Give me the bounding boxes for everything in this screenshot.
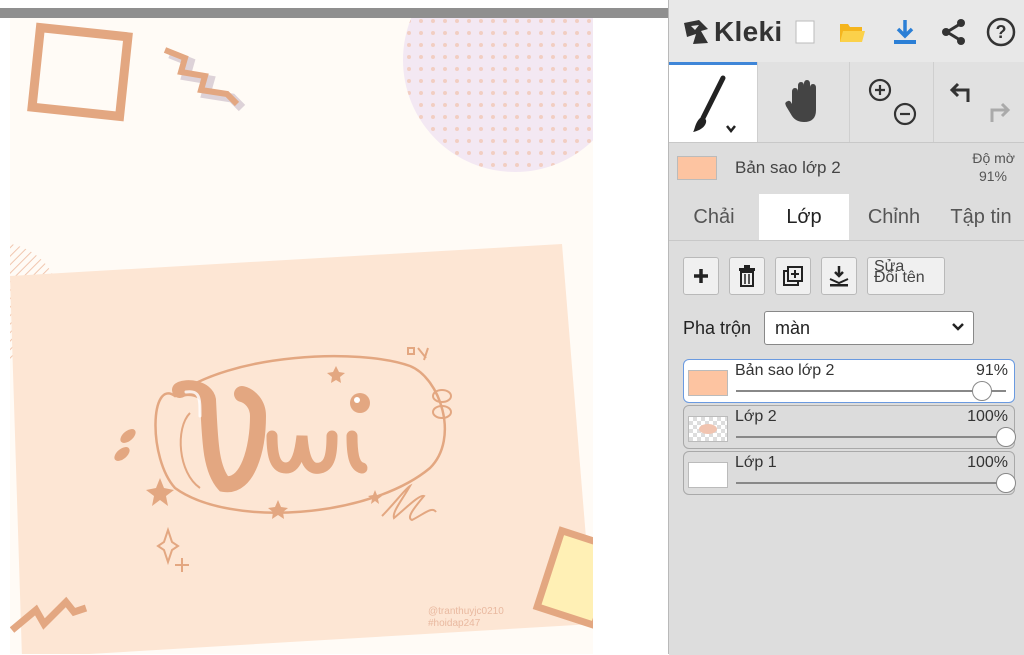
help-icon: ? [986,17,1016,47]
layer-name: Lớp 1 [735,454,777,471]
tab-layers[interactable]: Lớp [759,194,849,240]
zoom-tool-button[interactable] [849,62,934,142]
share-button[interactable] [936,12,972,52]
side-panel: Kleki ? Bản sao lớp 2 Độ mờ 91% Chải Lớp… [668,0,1024,655]
layer-opacity: 91% [975,362,1008,379]
help-button[interactable]: ? [983,12,1019,52]
current-layer-thumbnail [677,156,717,180]
merge-down-icon [829,266,849,287]
tab-adjust[interactable]: Chỉnh [849,194,939,240]
tab-brush[interactable]: Chải [669,194,759,240]
rename-layer-button[interactable]: Sửa Đổi tên [867,257,945,295]
opacity-slider-knob[interactable] [996,427,1016,447]
panel-tabs: Chải Lớp Chỉnh Tập tin [669,194,1024,240]
opacity-value: 91% [978,168,1007,184]
opacity-slider-track[interactable] [736,436,1006,438]
layer-item[interactable]: Lớp 2 100% [683,405,1016,449]
layer-thumbnail [688,462,728,488]
tool-row [669,62,1024,143]
layer-thumbnail [688,370,728,396]
rename-button-label-b: Đổi tên [874,269,925,286]
opacity-slider-track[interactable] [736,482,1006,484]
new-file-icon [795,20,815,44]
drawing-canvas[interactable]: @tranthuyjc0210 #hoidap247 [10,18,593,654]
square-outline-shape [27,22,133,122]
layer-opacity: 100% [967,454,1008,471]
hand-tool-button[interactable] [757,62,850,142]
duplicate-layer-button[interactable] [775,257,811,295]
watermark-line1: @tranthuyjc0210 [428,606,504,617]
lavender-blob [403,18,593,172]
blend-mode-select[interactable]: màn [764,311,974,345]
app-name: Kleki [714,16,783,47]
layer-item[interactable]: Lớp 1 100% [683,451,1016,495]
brush-icon [693,75,736,133]
blend-mode-value: màn [775,318,811,338]
blend-mode-label: Pha trộn [683,318,752,338]
undo-icon[interactable] [948,74,1012,130]
undo-redo-buttons[interactable] [933,62,1024,142]
zoom-icon [868,78,917,126]
layer-thumbnail-art [699,424,717,434]
opacity-slider-knob[interactable] [996,473,1016,493]
current-layer-name: Bản sao lớp 2 [735,158,841,177]
layer-name: Lớp 2 [735,408,777,425]
layer-opacity: 100% [967,408,1008,425]
watermark: @tranthuyjc0210 #hoidap247 [428,606,504,630]
trash-icon [739,265,755,287]
brush-tool-button[interactable] [669,62,757,142]
watermark-line2: #hoidap247 [428,618,481,629]
hand-icon [785,80,816,122]
layer-thumbnail [688,416,728,442]
delete-layer-button[interactable] [729,257,765,295]
save-button[interactable] [887,12,923,52]
layer-name: Bản sao lớp 2 [735,362,835,379]
duplicate-icon [783,266,803,286]
opacity-slider-track[interactable] [736,390,1006,392]
share-icon [942,19,965,45]
add-layer-button[interactable] [683,257,719,295]
kleki-logo-icon [684,20,708,44]
folder-icon [840,24,865,42]
layer-item[interactable]: Bản sao lớp 2 91% [683,359,1015,403]
open-file-button[interactable] [834,12,870,52]
artwork [10,18,593,654]
chevron-down-icon [952,323,964,331]
merge-layer-button[interactable] [821,257,857,295]
layers-panel: Sửa Đổi tên Pha trộn màn Bản sao lớp 2 9… [669,240,1024,655]
plus-icon [694,269,708,283]
new-file-button[interactable] [787,12,823,52]
tab-file[interactable]: Tập tin [937,194,1024,240]
canvas-area[interactable]: @tranthuyjc0210 #hoidap247 [0,0,668,654]
kleki-logo[interactable]: Kleki [681,14,782,50]
canvas-top-border [0,8,668,18]
download-icon [894,20,916,44]
svg-text:?: ? [996,22,1007,42]
opacity-slider-knob[interactable] [971,381,992,401]
opacity-label: Độ mờ [972,150,1015,166]
top-toolbar: Kleki ? [669,0,1024,63]
current-layer-info: Bản sao lớp 2 Độ mờ 91% [669,142,1024,194]
